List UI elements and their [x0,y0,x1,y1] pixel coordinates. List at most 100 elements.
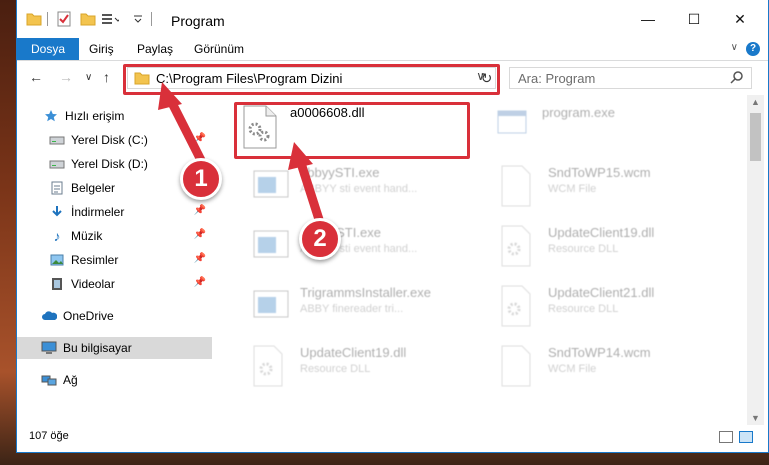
file-name: UpdateClient19.dll [548,225,655,240]
file-item[interactable]: UpdateClient19.dll Resource DLL [500,223,740,273]
network-icon [41,372,57,388]
file-description: ABBY finereader tri... [300,303,404,315]
file-item[interactable]: AbbyySTI.exe ABBYY sti event hand... [252,223,492,273]
sidebar-item-downloads[interactable]: İndirmeler 📌 [17,201,212,223]
recent-locations-icon[interactable]: ∨ [85,72,92,83]
pin-icon: 📌 [193,277,206,288]
tab-file[interactable]: Dosya [17,38,80,60]
step-2-badge: 2 [299,218,341,260]
music-icon: ♪ [53,228,61,244]
file-item[interactable]: UpdateClient21.dll Resource DLL [500,283,740,333]
file-description: Resource DLL [548,243,619,255]
exe-file-icon [494,105,534,149]
cloud-icon [41,308,57,324]
window-title: Program [171,13,225,29]
sidebar-item-label: Yerel Disk (C:) [71,133,148,147]
dll-file-icon [500,225,540,269]
file-description: Resource DLL [300,363,371,375]
file-list: a0006608.dll program.exe abbyySTI.exe AB… [212,95,747,425]
large-icons-view-icon[interactable] [739,431,753,443]
file-name: SndToWP15.wcm [548,165,651,180]
search-placeholder: Ara: Program [518,71,596,86]
file-name: program.exe [542,105,615,120]
sidebar-item-label: Yerel Disk (D:) [71,157,148,171]
new-folder-icon[interactable] [79,10,97,28]
navigation-pane: Hızlı erişim Yerel Disk (C:) 📌 Yerel Dis… [17,95,212,425]
file-name: abbyySTI.exe [300,165,380,180]
scroll-up-icon[interactable]: ▲ [751,97,760,107]
file-item[interactable]: TrigrammsInstaller.exe ABBY finereader t… [252,283,492,333]
file-item[interactable]: abbyySTI.exe ABBYY sti event hand... [252,163,492,213]
forward-button[interactable]: → [59,69,73,85]
search-input[interactable]: Ara: Program [509,67,752,89]
close-button[interactable]: ✕ [717,4,763,34]
file-name: UpdateClient19.dll [300,345,407,360]
divider [47,12,48,26]
file-item[interactable]: program.exe [494,103,734,153]
properties-icon[interactable] [55,10,73,28]
pin-icon: 📌 [193,205,206,216]
sidebar-item-label: Hızlı erişim [65,109,125,123]
sidebar-item-label: Resimler [71,253,119,267]
sidebar-item-label: OneDrive [63,309,114,323]
sidebar-item-pictures[interactable]: Resimler 📌 [17,249,212,271]
file-name: UpdateClient21.dll [548,285,655,300]
dropdown-arrow-icon[interactable] [129,10,147,28]
sidebar-item-local-disk-c[interactable]: Yerel Disk (C:) 📌 [17,129,212,151]
file-item[interactable]: SndToWP14.wcm WCM File [500,343,740,393]
maximize-button[interactable]: ☐ [671,4,717,34]
title-bar: Program — ☐ ✕ [17,0,768,38]
vertical-scrollbar[interactable]: ▲ ▼ [747,95,764,425]
sidebar-item-onedrive[interactable]: OneDrive [17,305,212,327]
pin-icon: 📌 [193,133,206,144]
drive-icon [49,156,65,172]
file-highlight [234,102,470,159]
video-icon [49,276,65,292]
tab-share[interactable]: Paylaş [127,38,183,60]
scrollbar-thumb[interactable] [750,113,761,161]
pin-icon: 📌 [193,253,206,264]
sidebar-item-this-pc[interactable]: Bu bilgisayar [17,337,212,359]
divider [151,12,152,26]
sidebar-item-network[interactable]: Ağ [17,369,212,391]
sidebar-item-quick-access[interactable]: Hızlı erişim [17,105,212,127]
search-icon [730,70,744,87]
address-highlight [123,64,500,95]
file-name: TrigrammsInstaller.exe [300,285,431,300]
step-1-badge: 1 [180,158,222,200]
star-icon [43,108,59,124]
drive-icon [49,132,65,148]
back-button[interactable]: ← [29,69,43,85]
file-description: WCM File [548,363,597,375]
expand-ribbon-icon[interactable]: ∨ [731,42,738,53]
computer-icon [41,340,57,356]
help-button[interactable]: ? [746,42,760,56]
tab-view[interactable]: Görünüm [184,38,254,60]
tab-home[interactable]: Giriş [79,38,124,60]
scroll-down-icon[interactable]: ▼ [751,413,760,423]
exe-file-icon [252,285,292,329]
sidebar-item-label: Belgeler [71,181,116,195]
details-view-icon[interactable] [719,431,733,443]
exe-file-icon [252,225,292,269]
sidebar-item-label: Bu bilgisayar [63,341,132,355]
exe-file-icon [252,165,292,209]
up-button[interactable]: ↑ [103,69,110,85]
file-description: Resource DLL [548,303,619,315]
documents-icon [49,180,65,196]
sidebar-item-label: İndirmeler [71,205,125,219]
file-item[interactable]: SndToWP15.wcm WCM File [500,163,740,213]
item-count: 107 öğe [29,430,69,442]
customize-quick-access-icon[interactable] [101,10,119,28]
file-item[interactable]: UpdateClient19.dll Resource DLL [252,343,492,393]
minimize-button[interactable]: — [625,4,671,34]
folder-icon [25,10,43,28]
ribbon-tabs: Dosya Giriş Paylaş Görünüm ∨ ? [17,38,768,61]
status-bar: 107 öğe [17,425,768,449]
file-icon [500,345,540,389]
dll-file-icon [252,345,292,389]
sidebar-item-label: Ağ [63,373,78,387]
file-description: WCM File [548,183,597,195]
sidebar-item-music[interactable]: ♪ Müzik 📌 [17,225,212,247]
sidebar-item-videos[interactable]: Videolar 📌 [17,273,212,295]
